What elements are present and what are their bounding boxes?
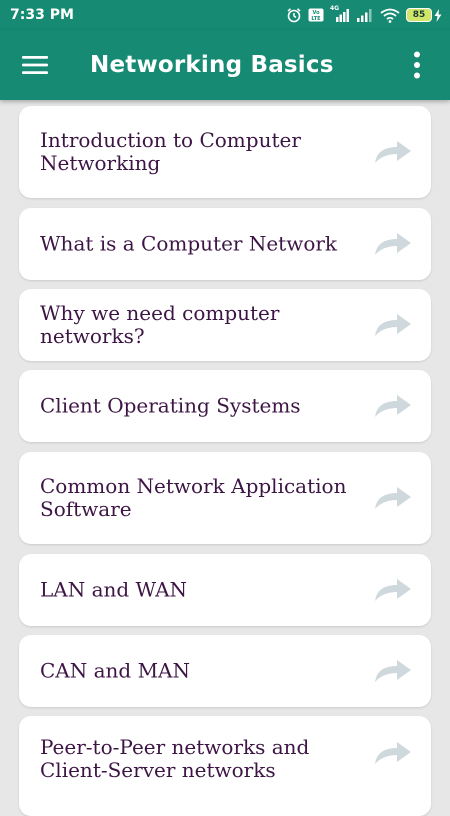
topic-label: LAN and WAN [40, 577, 188, 602]
signal-icon [356, 8, 374, 22]
battery-icon: 85 [406, 8, 442, 22]
wifi-icon [380, 8, 400, 23]
battery-level: 85 [406, 8, 432, 22]
forward-arrow-icon [375, 487, 411, 509]
more-vertical-icon [414, 51, 420, 79]
forward-arrow-icon [375, 579, 411, 601]
signal-4g-icon: 4G [330, 5, 350, 22]
forward-arrow-icon [375, 660, 411, 682]
topic-card-application-software[interactable]: Common Network Application Software [19, 452, 431, 544]
topic-card-what-is-network[interactable]: What is a Computer Network [19, 208, 431, 280]
topic-label: Common Network Application Software [40, 474, 347, 521]
app-bar: Networking Basics [0, 30, 450, 100]
status-bar: 7:33 PM Vo LTE 4G 85 [0, 0, 450, 30]
forward-arrow-icon [375, 141, 411, 163]
topic-label: Client Operating Systems [40, 393, 301, 418]
topic-card-client-os[interactable]: Client Operating Systems [19, 370, 431, 442]
status-time: 7:33 PM [10, 7, 74, 23]
network-type-label: 4G [330, 5, 340, 12]
topic-card-can-man[interactable]: CAN and MAN [19, 635, 431, 707]
topic-label: Introduction to Computer Networking [40, 128, 301, 175]
forward-arrow-icon [375, 395, 411, 417]
page-title: Networking Basics [90, 52, 334, 78]
topic-card-why-networks[interactable]: Why we need computer networks? [19, 289, 431, 361]
forward-arrow-icon [375, 742, 411, 764]
topic-card-p2p-client-server[interactable]: Peer-to-Peer networks and Client-Server … [19, 716, 431, 816]
charging-icon [434, 8, 442, 22]
alarm-icon [286, 7, 302, 23]
menu-button[interactable] [10, 40, 60, 90]
topic-card-lan-wan[interactable]: LAN and WAN [19, 554, 431, 626]
topic-label: CAN and MAN [40, 658, 190, 683]
topic-label: Peer-to-Peer networks and Client-Server … [40, 735, 310, 782]
status-icons: Vo LTE 4G 85 [286, 5, 442, 23]
topic-card-introduction[interactable]: Introduction to Computer Networking [19, 106, 431, 198]
hamburger-menu-icon [22, 56, 48, 74]
topic-label: Why we need computer networks? [40, 301, 280, 348]
volte-icon: Vo LTE [308, 8, 324, 22]
topic-label: What is a Computer Network [40, 231, 338, 256]
forward-arrow-icon [375, 314, 411, 336]
forward-arrow-icon [375, 233, 411, 255]
overflow-menu-button[interactable] [402, 40, 432, 90]
svg-text:LTE: LTE [311, 16, 321, 22]
